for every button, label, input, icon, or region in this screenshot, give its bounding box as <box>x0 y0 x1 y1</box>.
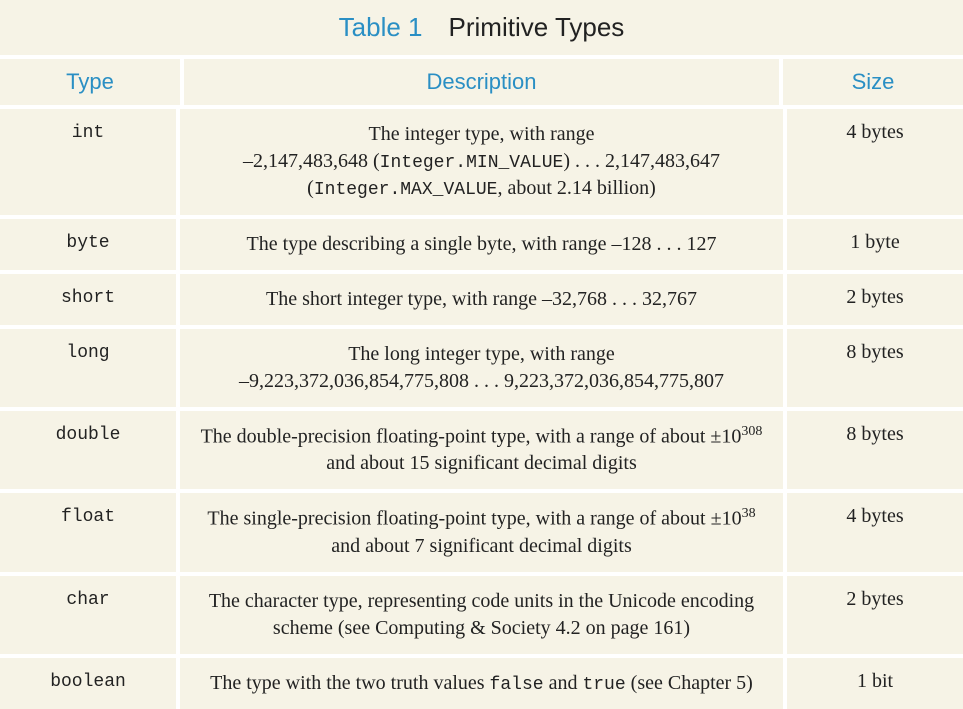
type-description: The type with the two truth values false… <box>176 658 787 709</box>
table-row: long The long integer type, with range –… <box>0 329 963 411</box>
table-row: float The single-precision floating-poin… <box>0 493 963 576</box>
type-description: The long integer type, with range –9,223… <box>176 329 787 407</box>
type-description: The single-precision floating-point type… <box>176 493 787 572</box>
type-size: 1 byte <box>787 219 963 270</box>
header-size: Size <box>783 59 963 105</box>
table-header-row: Type Description Size <box>0 59 963 109</box>
type-size: 8 bytes <box>787 411 963 490</box>
table-row: short The short integer type, with range… <box>0 274 963 329</box>
type-size: 1 bit <box>787 658 963 709</box>
header-description: Description <box>180 59 783 105</box>
header-type: Type <box>0 59 180 105</box>
type-name: boolean <box>0 658 176 709</box>
table-number: Table 1 <box>339 12 423 42</box>
type-size: 8 bytes <box>787 329 963 407</box>
type-size: 2 bytes <box>787 576 963 654</box>
desc-line: The integer type, with range <box>368 121 594 148</box>
desc-line: The long integer type, with range <box>348 341 615 368</box>
table-row: int The integer type, with range –2,147,… <box>0 109 963 219</box>
type-description: The double-precision floating-point type… <box>176 411 787 490</box>
type-name: long <box>0 329 176 407</box>
table-row: double The double-precision floating-poi… <box>0 411 963 494</box>
desc-line: –2,147,483,648 (Integer.MIN_VALUE) . . .… <box>243 148 720 175</box>
type-size: 4 bytes <box>787 493 963 572</box>
table-row: boolean The type with the two truth valu… <box>0 658 963 709</box>
type-size: 2 bytes <box>787 274 963 325</box>
type-size: 4 bytes <box>787 109 963 215</box>
desc-line: –9,223,372,036,854,775,808 . . . 9,223,3… <box>239 368 724 395</box>
type-name: int <box>0 109 176 215</box>
type-description: The type describing a single byte, with … <box>176 219 787 270</box>
desc-line: The double-precision floating-point type… <box>198 423 765 478</box>
primitive-types-table: Table 1 Primitive Types Type Description… <box>0 0 963 709</box>
type-name: char <box>0 576 176 654</box>
table-row: char The character type, representing co… <box>0 576 963 658</box>
type-description: The integer type, with range –2,147,483,… <box>176 109 787 215</box>
type-name: short <box>0 274 176 325</box>
desc-line: The type with the two truth values false… <box>210 670 753 697</box>
table-row: byte The type describing a single byte, … <box>0 219 963 274</box>
type-name: byte <box>0 219 176 270</box>
type-name: double <box>0 411 176 490</box>
desc-line: The single-precision floating-point type… <box>198 505 765 560</box>
type-name: float <box>0 493 176 572</box>
type-description: The character type, representing code un… <box>176 576 787 654</box>
table-title-row: Table 1 Primitive Types <box>0 0 963 59</box>
type-description: The short integer type, with range –32,7… <box>176 274 787 325</box>
desc-line: (Integer.MAX_VALUE, about 2.14 billion) <box>307 175 656 202</box>
table-title: Primitive Types <box>449 12 625 42</box>
